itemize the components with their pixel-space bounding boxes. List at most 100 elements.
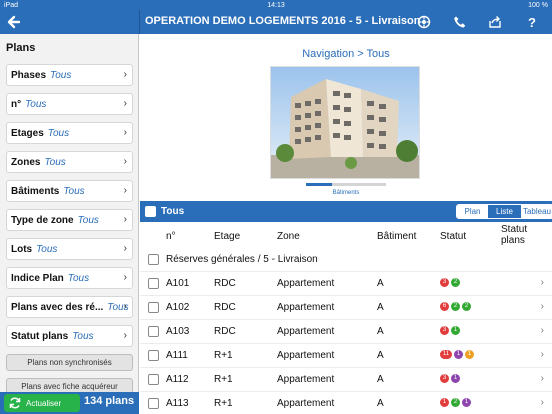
filter-statut-plans[interactable]: Statut plans Tous › (6, 325, 133, 347)
filter-phases[interactable]: Phases Tous › (6, 64, 133, 86)
status-badge: 11 (440, 350, 452, 359)
row-checkbox[interactable] (148, 350, 159, 361)
chevron-right-icon: › (123, 98, 127, 109)
table-row[interactable]: A103 RDC Appartement A 3 1 › (140, 320, 552, 344)
column-header-statut-plans: Statut plans (501, 224, 528, 246)
row-checkbox[interactable] (148, 254, 159, 265)
row-checkbox[interactable] (148, 278, 159, 289)
filter-etages[interactable]: Etages Tous › (6, 122, 133, 144)
status-bar: iPad 14:13 100 % (0, 0, 552, 10)
filter-value: Tous (25, 98, 47, 110)
pager-label: Bâtiments (332, 190, 360, 196)
table-row[interactable]: A102 RDC Appartement A 6 2 2 › (140, 296, 552, 320)
cell-numero: A102 (166, 302, 190, 313)
view-tableau-tab[interactable]: Tableau (521, 205, 552, 218)
back-arrow-icon[interactable] (5, 13, 23, 31)
chevron-right-icon: › (123, 127, 127, 138)
filter-label: Plans avec des ré... (11, 301, 104, 313)
cell-zone: Appartement (277, 398, 335, 409)
chevron-right-icon: › (540, 373, 544, 384)
select-all-checkbox[interactable] (145, 206, 156, 217)
filter-batiments[interactable]: Bâtiments Tous › (6, 180, 133, 202)
filter-value: Tous (44, 156, 66, 168)
nav-divider (139, 10, 140, 34)
status-badges: 6 2 2 (440, 302, 473, 311)
row-checkbox[interactable] (148, 374, 159, 385)
filter-numero[interactable]: n° Tous › (6, 93, 133, 115)
chevron-right-icon: › (123, 330, 127, 341)
filter-value: Tous (67, 272, 90, 284)
page-title: OPERATION DEMO LOGEMENTS 2016 - 5 - Livr… (145, 15, 421, 27)
sidebar: Plans Phases Tous › n° Tous › Etages Tou… (0, 34, 139, 414)
pager-indicator (306, 183, 332, 186)
status-badge: 2 (451, 398, 460, 407)
filter-type-de-zone[interactable]: Type de zone Tous › (6, 209, 133, 231)
status-badges: 3 2 (440, 278, 462, 287)
status-badges: 3 1 (440, 374, 462, 383)
sidebar-title: Plans (6, 42, 36, 54)
chevron-right-icon: › (540, 301, 544, 312)
filter-value: Tous (77, 214, 99, 226)
filter-label: Bâtiments (11, 185, 60, 197)
status-badge: 1 (451, 374, 460, 383)
settings-wheel-icon[interactable] (415, 13, 433, 31)
status-badge: 1 (465, 350, 474, 359)
building-photo[interactable] (270, 66, 420, 179)
table-row[interactable]: A111 R+1 Appartement A 11 1 1 › (140, 344, 552, 368)
filter-value: Tous (36, 243, 58, 255)
filter-zones[interactable]: Zones Tous › (6, 151, 133, 173)
status-badge: 6 (440, 302, 449, 311)
table-row[interactable]: A113 R+1 Appartement A 1 2 1 › (140, 392, 552, 414)
main-panel: Navigation > Tous Bâtiments Tous Plan Li… (140, 34, 552, 414)
chevron-right-icon: › (123, 243, 127, 254)
group-row[interactable]: Réserves générales / 5 - Livraison (140, 248, 552, 272)
status-badges: 11 1 1 (440, 350, 476, 359)
row-checkbox[interactable] (148, 398, 159, 409)
view-liste-tab[interactable]: Liste (489, 205, 521, 218)
filter-value: Tous (50, 69, 72, 81)
cell-zone: Appartement (277, 302, 335, 313)
actualiser-button[interactable]: Actualiser (4, 394, 80, 412)
row-checkbox[interactable] (148, 326, 159, 337)
filter-indice-plan[interactable]: Indice Plan Tous › (6, 267, 133, 289)
cell-etage: RDC (214, 302, 236, 313)
filter-label: Indice Plan (11, 272, 64, 284)
cell-batiment: A (377, 302, 384, 313)
view-plan-tab[interactable]: Plan (457, 205, 489, 218)
status-badge: 3 (440, 374, 449, 383)
chevron-right-icon: › (123, 301, 127, 312)
table-row[interactable]: A101 RDC Appartement A 3 2 › (140, 272, 552, 296)
breadcrumb[interactable]: Navigation > Tous (140, 48, 552, 60)
cell-numero: A112 (166, 374, 189, 385)
cell-etage: RDC (214, 326, 236, 337)
filter-label: Zones (11, 156, 41, 168)
row-checkbox[interactable] (148, 302, 159, 313)
status-badge: 2 (451, 302, 460, 311)
chevron-right-icon: › (540, 397, 544, 408)
share-icon[interactable] (486, 13, 504, 31)
filter-lots[interactable]: Lots Tous › (6, 238, 133, 260)
nav-bar: OPERATION DEMO LOGEMENTS 2016 - 5 - Livr… (0, 10, 552, 34)
group-row-label: Réserves générales / 5 - Livraison (166, 254, 318, 265)
filter-value: Tous (72, 330, 94, 342)
filter-plans-avec-reserves[interactable]: Plans avec des ré... Tous › (6, 296, 133, 318)
column-header-statut: Statut (440, 231, 467, 242)
chevron-right-icon: › (540, 325, 544, 336)
actualiser-label: Actualiser (26, 398, 62, 408)
list-header-bar: Tous Plan Liste Tableau (140, 201, 552, 222)
status-badge: 1 (451, 326, 460, 335)
view-switcher: Plan Liste Tableau (456, 204, 552, 219)
cell-numero: A103 (166, 326, 190, 337)
filter-label: Statut plans (11, 330, 69, 342)
clock: 14:13 (267, 1, 285, 9)
cell-zone: Appartement (277, 278, 335, 289)
chevron-right-icon: › (123, 156, 127, 167)
status-badges: 3 1 (440, 326, 462, 335)
plans-non-synchronises-button[interactable]: Plans non synchronisés (6, 354, 133, 371)
phone-icon[interactable] (451, 13, 469, 31)
help-icon[interactable]: ? (523, 13, 541, 31)
chevron-right-icon: › (540, 349, 544, 360)
table-row[interactable]: A112 R+1 Appartement A 3 1 › (140, 368, 552, 392)
filter-label: n° (11, 98, 22, 110)
filter-label: Lots (11, 243, 33, 255)
